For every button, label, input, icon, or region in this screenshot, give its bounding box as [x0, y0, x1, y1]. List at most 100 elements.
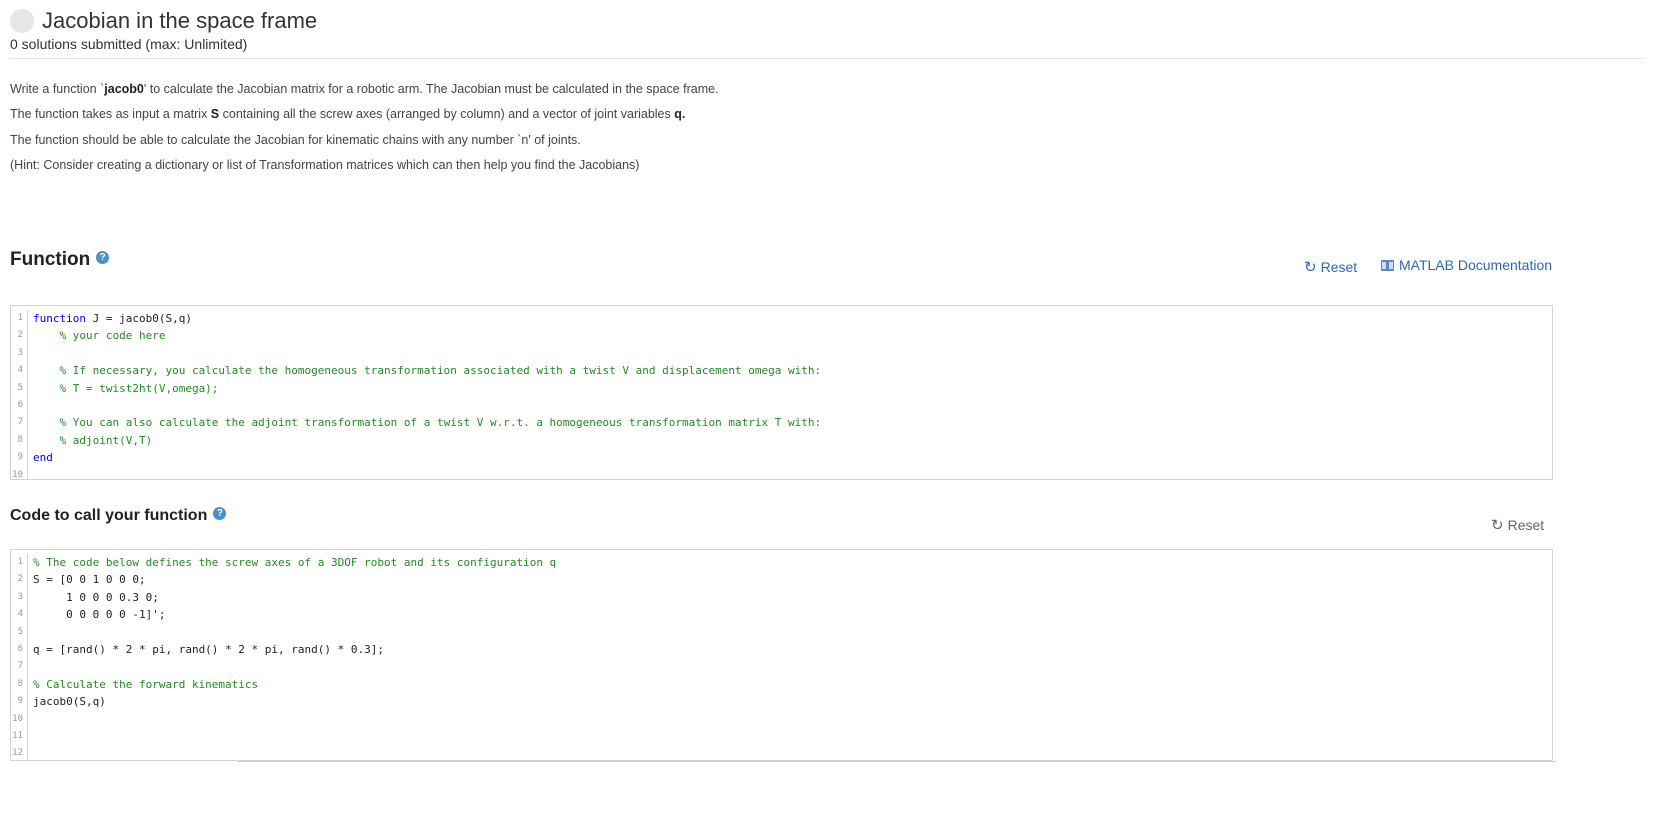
call-code-editor[interactable]: 1 % The code below defines the screw axes…	[10, 549, 1553, 761]
code-token: S = [0 0 1 0 0 0;	[33, 573, 146, 587]
code-line[interactable]: 3	[11, 344, 1552, 363]
code-text: % T = twist2ht(V,omega);	[28, 380, 218, 397]
code-line[interactable]: 9 jacob0(S,q)	[11, 693, 1552, 711]
line-number: 1	[11, 310, 28, 328]
code-token: % your code here	[33, 329, 166, 343]
reset-icon: ↻	[1304, 259, 1317, 276]
code-token: 0 0 0 0 0 -1]';	[33, 608, 166, 622]
code-token: % You can also calculate the adjoint tra…	[33, 416, 822, 430]
line-number: 8	[11, 675, 28, 694]
line-number: 2	[11, 327, 28, 345]
submission-count: 0 solutions submitted (max: Unlimited)	[10, 36, 248, 52]
code-line[interactable]: 8 % adjoint(V,T)	[11, 431, 1552, 450]
code-line[interactable]: 2 % your code here	[11, 327, 1552, 345]
code-token: q = [rand() * 2 * pi, rand() * 2 * pi, r…	[33, 642, 384, 656]
code-token: 1 0 0 0 0.3 0;	[33, 590, 159, 604]
function-section-title: Function?	[10, 249, 110, 271]
description-line-4: (Hint: Consider creating a dictionary or…	[10, 158, 640, 172]
code-line[interactable]: 1 % The code below defines the screw axes…	[11, 554, 1552, 572]
line-number: 5	[11, 379, 28, 397]
line-number: 10	[11, 710, 28, 728]
code-token: end	[33, 451, 53, 465]
book-icon	[1381, 260, 1394, 271]
code-text: S = [0 0 1 0 0 0;	[28, 571, 146, 588]
line-number: 7	[11, 658, 28, 676]
line-number: 2	[11, 571, 28, 589]
code-text: 1 0 0 0 0.3 0;	[28, 589, 159, 606]
horizontal-scrollbar[interactable]	[238, 761, 1556, 762]
line-number: 6	[11, 396, 28, 415]
code-line[interactable]: 7	[11, 658, 1552, 676]
line-number: 1	[11, 554, 28, 572]
code-text: jacob0(S,q)	[28, 693, 106, 710]
line-number: 4	[11, 606, 28, 624]
line-number: 11	[11, 727, 28, 746]
code-token: J = jacob0(S,q)	[85, 312, 192, 325]
code-line[interactable]: 6 q = [rand() * 2 * pi, rand() * 2 * pi, …	[11, 640, 1552, 659]
code-text: % If necessary, you calculate the homoge…	[28, 362, 821, 379]
line-number: 3	[11, 344, 28, 363]
code-token: % Calculate the forward kinematics	[33, 677, 259, 691]
code-line[interactable]: 9 end	[11, 449, 1552, 467]
code-text: end	[28, 449, 53, 466]
code-line[interactable]: 7 % You can also calculate the adjoint t…	[11, 414, 1552, 432]
code-text: % You can also calculate the adjoint tra…	[28, 414, 821, 431]
line-number: 8	[11, 431, 28, 450]
page-title: Jacobian in the space frame	[42, 8, 318, 33]
code-line[interactable]: 8 % Calculate the forward kinematics	[11, 675, 1552, 694]
code-token: % T = twist2ht(V,omega);	[33, 381, 219, 395]
function-reset-button[interactable]: ↻ Reset	[1304, 258, 1357, 276]
code-text: % adjoint(V,T)	[28, 432, 152, 449]
line-number: 12	[11, 745, 28, 760]
code-token: function	[33, 312, 86, 325]
code-line[interactable]: 2 S = [0 0 1 0 0 0;	[11, 571, 1552, 589]
line-number: 6	[11, 640, 28, 659]
code-line[interactable]: 10	[11, 710, 1552, 728]
code-text: function J = jacob0(S,q)	[28, 310, 192, 327]
matlab-documentation-link[interactable]: MATLAB Documentation	[1381, 257, 1552, 273]
code-text: % The code below defines the screw axes …	[28, 554, 556, 571]
code-line[interactable]: 5 % T = twist2ht(V,omega);	[11, 379, 1552, 397]
description-line-1: Write a function `jacob0' to calculate t…	[10, 82, 719, 96]
description-line-2: The function takes as input a matrix S c…	[10, 107, 686, 121]
reset-icon: ↻	[1491, 517, 1504, 534]
call-section-title: Code to call your function?	[10, 507, 227, 525]
code-line[interactable]: 4 % If necessary, you calculate the homo…	[11, 362, 1552, 380]
help-icon[interactable]: ?	[96, 251, 110, 265]
code-line[interactable]: 10	[11, 466, 1552, 479]
code-line[interactable]: 12	[11, 745, 1552, 760]
description-line-3: The function should be able to calculate…	[10, 133, 581, 147]
code-line[interactable]: 3 1 0 0 0 0.3 0;	[11, 588, 1552, 607]
line-number: 3	[11, 588, 28, 607]
code-line[interactable]: 1 function J = jacob0(S,q)	[11, 310, 1552, 328]
code-text: 0 0 0 0 0 -1]';	[28, 606, 165, 623]
code-line[interactable]: 11	[11, 727, 1552, 746]
call-reset-button[interactable]: ↻ Reset	[1491, 516, 1544, 534]
line-number: 5	[11, 623, 28, 641]
line-number: 4	[11, 362, 28, 380]
code-line[interactable]: 6	[11, 396, 1552, 415]
code-token: % The code below defines the screw axes …	[33, 556, 557, 569]
code-text: % Calculate the forward kinematics	[28, 676, 258, 693]
line-number: 10	[11, 466, 28, 479]
line-number: 7	[11, 414, 28, 432]
function-code-editor[interactable]: 1 function J = jacob0(S,q) 2 % your code h…	[10, 305, 1553, 480]
code-line[interactable]: 4 0 0 0 0 0 -1]';	[11, 606, 1552, 624]
code-text: % your code here	[28, 327, 165, 344]
help-icon[interactable]: ?	[213, 507, 227, 521]
header-divider	[10, 58, 1644, 59]
code-token: % If necessary, you calculate the homoge…	[33, 364, 822, 378]
status-circle-icon	[10, 9, 34, 33]
code-line[interactable]: 5	[11, 623, 1552, 641]
code-token: % adjoint(V,T)	[33, 433, 153, 447]
line-number: 9	[11, 449, 28, 467]
code-token: jacob0(S,q)	[33, 695, 106, 709]
